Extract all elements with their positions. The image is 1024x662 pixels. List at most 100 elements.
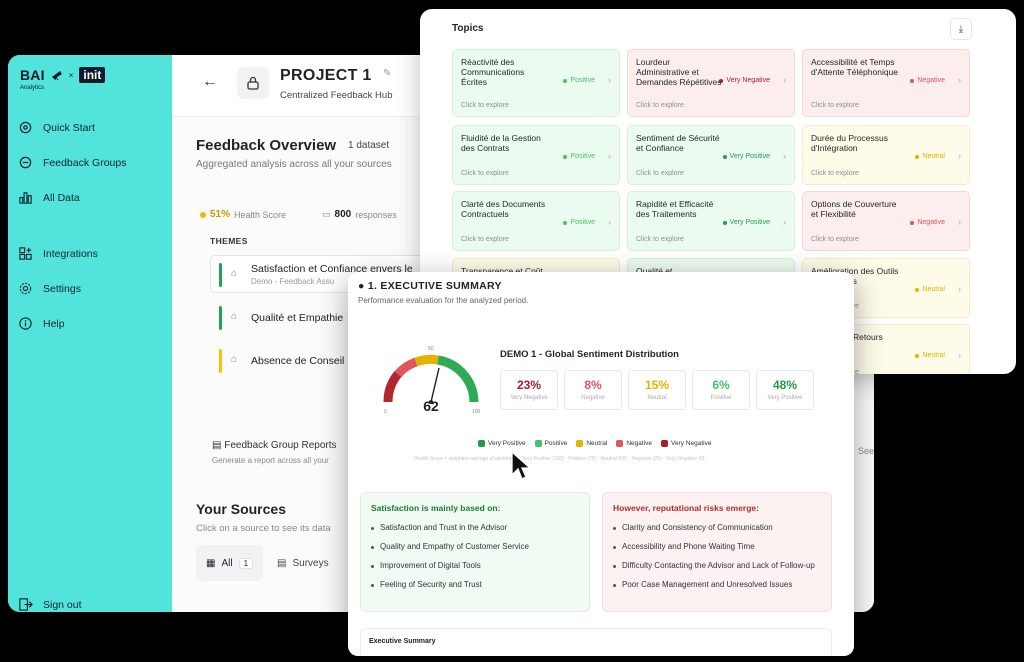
- topic-card[interactable]: Options de Couverture et Flexibilité Clic…: [802, 191, 970, 251]
- feedback-group-reports[interactable]: ▤ Feedback Group Reports: [212, 440, 337, 451]
- sources-subtitle: Click on a source to see its data: [196, 523, 331, 534]
- mouse-cursor-icon: [511, 451, 531, 480]
- sentiment-label: Positive: [570, 219, 595, 226]
- topic-explore-hint: Click to explore: [636, 102, 684, 109]
- topic-explore-hint: Click to explore: [636, 170, 684, 177]
- chevron-right-icon: ›: [958, 151, 961, 161]
- topic-sentiment-badge: Neutral: [915, 352, 945, 359]
- legend-label: Very Negative: [670, 440, 712, 447]
- sidebar-item-integrations[interactable]: Integrations: [18, 246, 168, 261]
- topic-sentiment-badge: Negative: [910, 219, 945, 226]
- sentiment-stat-card: 6% Positive: [692, 370, 750, 410]
- responses-value: 800: [334, 209, 352, 220]
- topic-explore-hint: Click to explore: [636, 236, 684, 243]
- sources-title: Your Sources: [196, 501, 286, 517]
- topic-card[interactable]: Durée du Processus d'Intégration Click to…: [802, 125, 970, 185]
- brand-subtitle: Analytics: [20, 85, 45, 91]
- topic-name: Options de Couverture et Flexibilité: [811, 199, 897, 219]
- sentiment-label: Neutral: [922, 153, 945, 160]
- legend-item: Positive: [534, 440, 568, 447]
- tag-icon: ⌂: [231, 268, 238, 279]
- legend-swatch: [576, 440, 584, 447]
- topic-card[interactable]: Fluidité de la Gestion des Contrats Click…: [452, 125, 620, 185]
- topic-sentiment-badge: Very Negative: [719, 77, 770, 84]
- health-label: Health Score: [234, 209, 287, 220]
- topic-sentiment-badge: Positive: [563, 219, 595, 226]
- edit-icon[interactable]: ✎: [383, 68, 391, 79]
- section-title-text: 1. EXECUTIVE SUMMARY: [367, 280, 502, 292]
- gauge-segment-very-negative: [383, 371, 402, 403]
- topic-name: Clarté des Documents Contractuels: [461, 199, 546, 219]
- sentiment-label: Positive: [570, 77, 595, 84]
- sentiment-dot: [722, 154, 727, 159]
- sentiment-dot: [719, 78, 724, 83]
- tab-all[interactable]: ▦ All 1: [196, 545, 264, 581]
- topic-card[interactable]: Réactivité des Communications Écrites Cli…: [452, 49, 620, 117]
- stat-value: 8%: [584, 378, 602, 392]
- topics-title: Topics: [452, 23, 484, 34]
- chevron-right-icon: ›: [783, 75, 786, 85]
- integrations-icon: [19, 247, 32, 260]
- topic-card[interactable]: Accessibilité et Temps d'Attente Télépho…: [802, 49, 970, 117]
- tag-icon: ⌂: [231, 354, 238, 365]
- topic-card[interactable]: Clarté des Documents Contractuels Click t…: [452, 191, 620, 251]
- chevron-right-icon: ›: [608, 151, 611, 161]
- sidebar-item-settings[interactable]: Settings: [18, 281, 168, 296]
- list-item: Clarity and Consistency of Communication: [613, 523, 823, 533]
- responses-count: ▭ 800 responses: [322, 209, 397, 220]
- theme-source: Demo - Feedback Assu: [251, 277, 335, 286]
- topic-card[interactable]: Lourdeur Administrative et Demandes Répé…: [627, 49, 795, 117]
- download-button[interactable]: ⤓: [950, 18, 972, 40]
- gauge-segment-neutral: [414, 354, 439, 367]
- list-item: Improvement of Digital Tools: [371, 561, 581, 571]
- topic-card[interactable]: Rapidité et Efficacité des Traitements Cl…: [627, 191, 795, 251]
- legend-item: Neutral: [576, 440, 607, 447]
- theme-status-bar: [219, 263, 222, 287]
- dataset-count: 1 dataset: [348, 140, 390, 151]
- sidebar-item-help[interactable]: Help: [18, 316, 168, 331]
- sentiment-stat-card: 8% Negative: [564, 370, 622, 410]
- topic-card[interactable]: Sentiment de Sécurité et Confiance Click …: [627, 125, 795, 185]
- gauge-segment-positive: [437, 355, 479, 403]
- sentiment-dot: [563, 154, 568, 159]
- report-subtitle: Generate a report across all your: [212, 456, 329, 465]
- sidebar-item-feedback-groups[interactable]: Feedback Groups: [18, 155, 168, 170]
- theme-status-bar: [219, 349, 222, 373]
- stat-value: 15%: [644, 378, 670, 392]
- satisfaction-title: Satisfaction is mainly based on:: [371, 503, 501, 513]
- stat-value: 48%: [772, 378, 798, 392]
- risks-box: However, reputational risks emerge: Clar…: [602, 492, 832, 612]
- risks-list: Clarity and Consistency of Communication…: [613, 523, 823, 599]
- brand: BAI × init: [20, 67, 106, 83]
- project-icon: [237, 67, 269, 99]
- feedback-overview-title: Feedback Overview: [196, 137, 337, 154]
- list-item: Poor Case Management and Unresolved Issu…: [613, 580, 823, 590]
- sidebar-item-all-data[interactable]: All Data: [18, 190, 168, 205]
- grid-icon: [19, 121, 32, 134]
- sidebar-item-label: All Data: [43, 191, 80, 204]
- info-icon: [19, 317, 32, 330]
- sentiment-stat-card: 15% Neutral: [628, 370, 686, 410]
- legend-item: Negative: [616, 440, 652, 447]
- sidebar-item-quick-start[interactable]: Quick Start: [18, 120, 168, 135]
- gauge-mid: 50: [428, 346, 434, 352]
- legend-note: Health Score = weighted average of senti…: [414, 456, 705, 462]
- legend-label: Positive: [544, 440, 568, 447]
- back-arrow-icon[interactable]: ←: [202, 73, 218, 91]
- sign-out-button[interactable]: Sign out: [18, 597, 168, 612]
- topic-explore-hint: Click to explore: [811, 170, 859, 177]
- sidebar-item-label: Feedback Groups: [43, 156, 127, 169]
- topic-sentiment-badge: Very Positive: [722, 219, 770, 226]
- document-icon: ▤: [212, 440, 225, 451]
- tab-surveys[interactable]: ▤ Surveys: [267, 545, 339, 581]
- sentiment-dot: [915, 353, 920, 358]
- risks-title: However, reputational risks emerge:: [613, 503, 759, 513]
- list-item: Feeling of Security and Trust: [371, 580, 581, 590]
- chevron-right-icon: ›: [783, 151, 786, 161]
- tag-icon: ⌂: [231, 311, 238, 322]
- see-more-link[interactable]: See: [858, 446, 874, 456]
- chevron-right-icon: ›: [608, 75, 611, 85]
- sidebar-item-label: Help: [43, 317, 65, 330]
- tab-count: 1: [238, 557, 254, 569]
- sentiment-dot: [722, 220, 727, 225]
